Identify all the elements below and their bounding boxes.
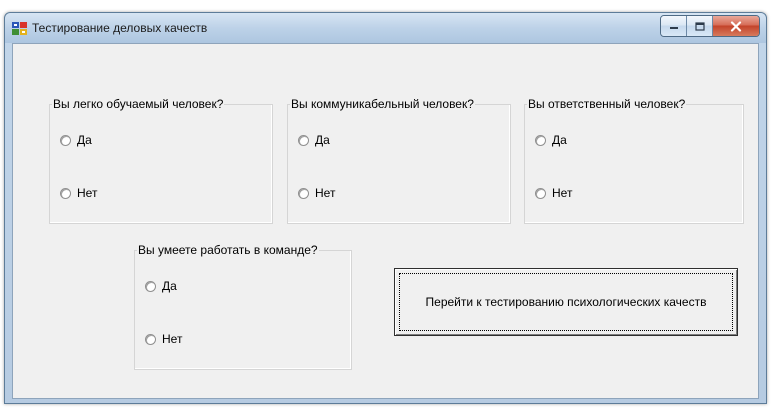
- group-responsible-title: Вы ответственный человек?: [527, 97, 687, 111]
- group-communicative-title: Вы коммуникабельный человек?: [290, 97, 475, 111]
- close-icon: [730, 20, 742, 32]
- radio-label: Нет: [162, 332, 183, 346]
- radio-communicative-no[interactable]: Нет: [298, 186, 335, 200]
- radio-communicative-yes[interactable]: Да: [298, 133, 330, 147]
- group-teamwork-title: Вы умеете работать в команде?: [137, 243, 319, 257]
- go-to-psychological-test-button[interactable]: Перейти к тестированию психологических к…: [394, 268, 738, 336]
- radio-label: Да: [77, 133, 92, 147]
- close-button[interactable]: [713, 16, 759, 36]
- radio-circle[interactable]: [145, 333, 156, 345]
- window-title: Тестирование деловых качеств: [32, 21, 208, 35]
- radio-circle[interactable]: [535, 134, 546, 146]
- radio-circle[interactable]: [60, 134, 71, 146]
- group-learnable-title: Вы легко обучаемый человек?: [52, 97, 225, 111]
- radio-learnable-no[interactable]: Нет: [60, 186, 97, 200]
- radio-label: Нет: [315, 186, 336, 200]
- title-bar[interactable]: Тестирование деловых качеств: [5, 13, 766, 43]
- radio-teamwork-no[interactable]: Нет: [145, 332, 182, 346]
- group-learnable: Вы легко обучаемый человек? Да Нет: [49, 97, 273, 224]
- group-teamwork: Вы умеете работать в команде? Да Нет: [134, 243, 352, 370]
- radio-circle[interactable]: [298, 134, 309, 146]
- minimize-button[interactable]: [661, 16, 687, 36]
- radio-teamwork-yes[interactable]: Да: [145, 279, 177, 293]
- radio-label: Да: [552, 133, 567, 147]
- radio-responsible-no[interactable]: Нет: [535, 186, 572, 200]
- radio-label: Нет: [552, 186, 573, 200]
- minimize-icon: [669, 27, 678, 29]
- app-icon: [12, 22, 27, 35]
- radio-label: Нет: [77, 186, 98, 200]
- radio-learnable-yes[interactable]: Да: [60, 133, 92, 147]
- radio-circle[interactable]: [535, 187, 546, 199]
- app-window: Тестирование деловых качеств Вы легко об…: [4, 12, 767, 404]
- caption-buttons: [660, 15, 760, 37]
- radio-circle[interactable]: [145, 280, 156, 292]
- radio-label: Да: [315, 133, 330, 147]
- group-communicative: Вы коммуникабельный человек? Да Нет: [287, 97, 511, 224]
- group-responsible: Вы ответственный человек? Да Нет: [524, 97, 744, 224]
- maximize-icon: [694, 21, 705, 31]
- button-label: Перейти к тестированию психологических к…: [425, 295, 707, 309]
- maximize-button[interactable]: [687, 16, 713, 36]
- radio-circle[interactable]: [298, 187, 309, 199]
- client-area: Вы легко обучаемый человек? Да Нет Вы ко…: [12, 43, 759, 399]
- radio-circle[interactable]: [60, 187, 71, 199]
- radio-responsible-yes[interactable]: Да: [535, 133, 567, 147]
- radio-label: Да: [162, 279, 177, 293]
